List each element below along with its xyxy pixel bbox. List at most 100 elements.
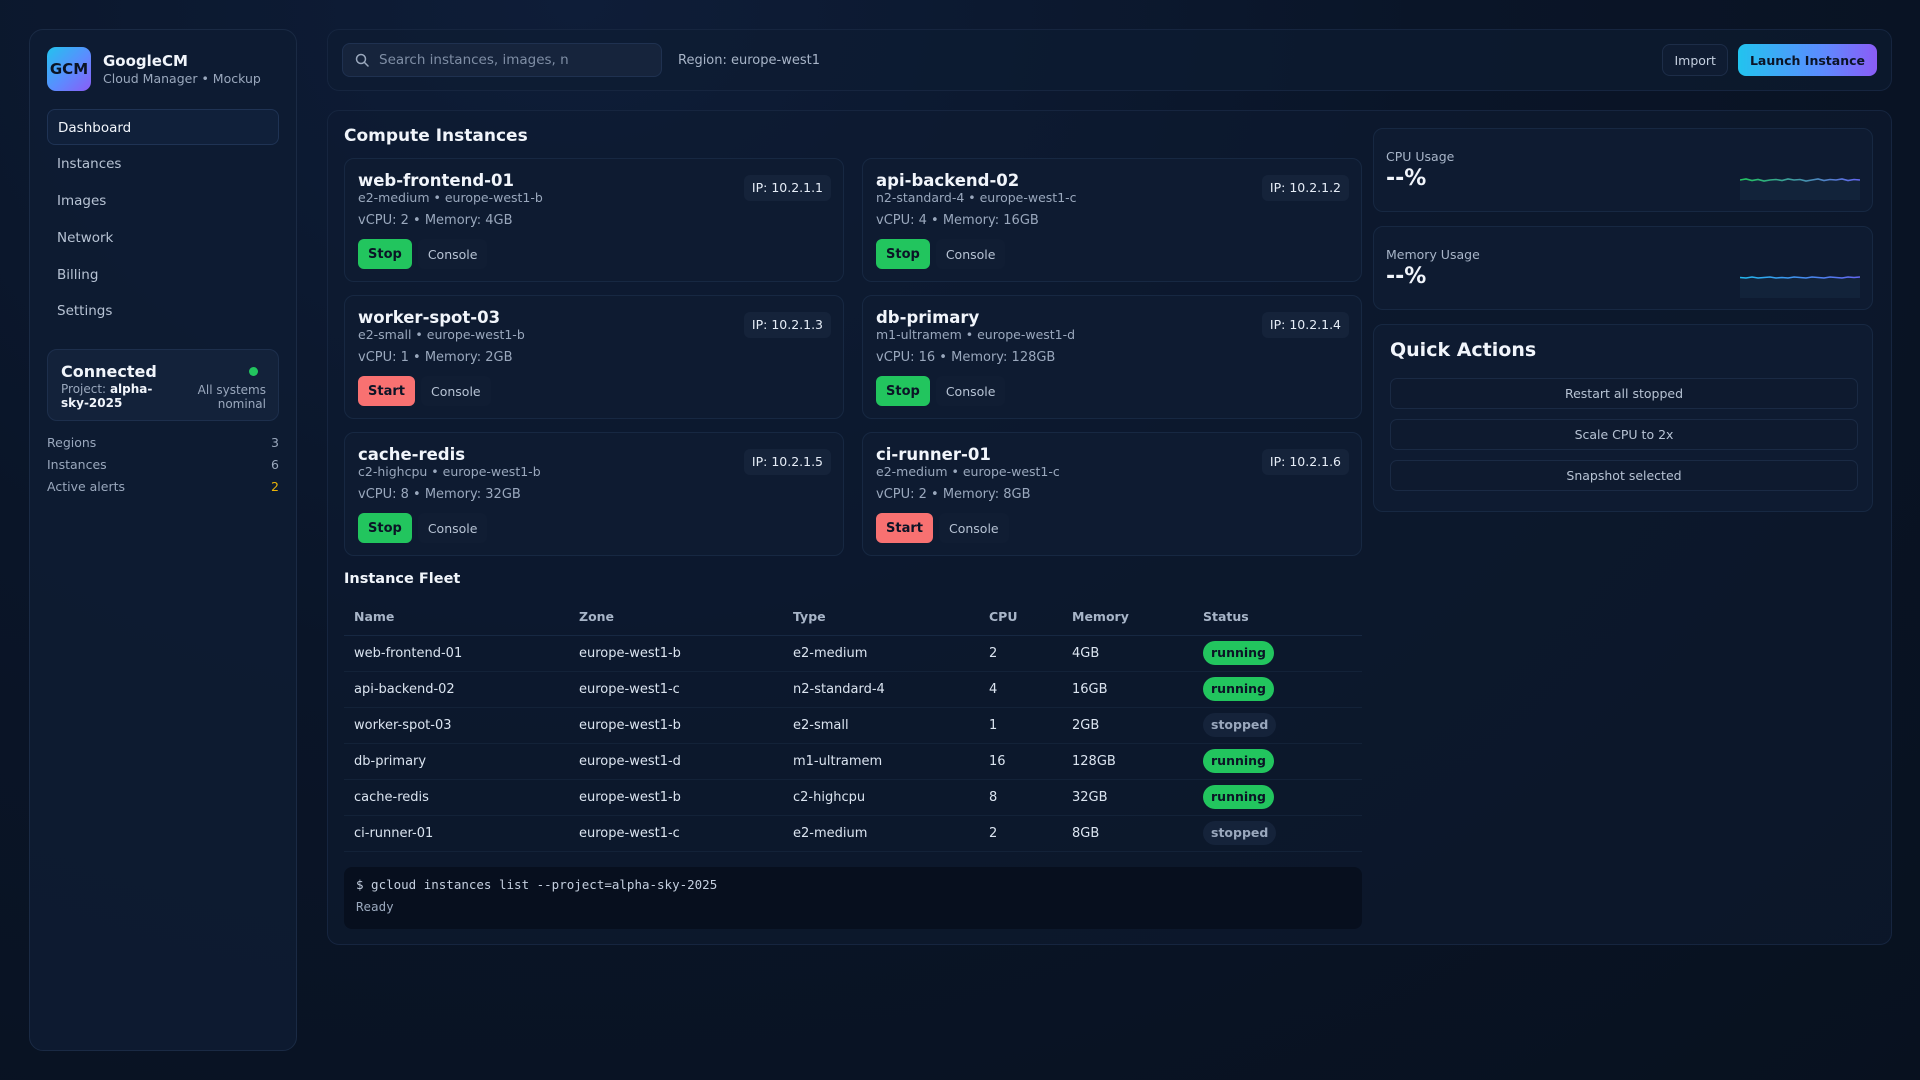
table-row[interactable]: api-backend-02 europe-west1-c n2-standard-… [344, 671, 1362, 708]
cpu-usage-card: CPU Usage --% [1373, 128, 1873, 212]
cell-memory: 4GB [1062, 635, 1193, 672]
instance-specs: vCPU: 2 • Memory: 8GB [876, 487, 1031, 502]
cell-status: running [1193, 779, 1362, 816]
cell-status: running [1193, 671, 1362, 708]
cell-name: ci-runner-01 [344, 815, 569, 852]
cell-type: c2-highcpu [783, 779, 979, 816]
console-button[interactable]: Console [417, 239, 488, 269]
memory-sparkline [1740, 276, 1860, 298]
console-button[interactable]: Console [938, 513, 1009, 543]
column-header-memory[interactable]: Memory [1062, 599, 1193, 636]
instance-card: web-frontend-01 e2-medium • europe-west1-… [344, 158, 844, 282]
cell-name: db-primary [344, 743, 569, 780]
stop-button[interactable]: Stop [876, 239, 930, 269]
cell-status: stopped [1193, 707, 1362, 744]
sidebar-item-dashboard[interactable]: Dashboard [47, 109, 279, 145]
cell-memory: 128GB [1062, 743, 1193, 780]
sidebar-item-settings[interactable]: Settings [47, 293, 279, 329]
status-badge: running [1203, 785, 1274, 809]
instance-specs: vCPU: 8 • Memory: 32GB [358, 487, 521, 502]
table-row[interactable]: web-frontend-01 europe-west1-b e2-medium 2 4… [344, 635, 1362, 672]
table-row[interactable]: db-primary europe-west1-d m1-ultramem 16 128… [344, 743, 1362, 780]
column-header-cpu[interactable]: CPU [979, 599, 1062, 636]
sidebar-stats: Regions 3 Instances 6 Active alerts 2 [47, 432, 279, 498]
cell-zone: europe-west1-c [569, 815, 783, 852]
console-button[interactable]: Console [935, 239, 1006, 269]
stop-button[interactable]: Stop [876, 376, 930, 406]
cell-zone: europe-west1-b [569, 635, 783, 672]
sidebar-item-images[interactable]: Images [47, 183, 279, 219]
column-header-zone[interactable]: Zone [569, 599, 783, 636]
start-button[interactable]: Start [876, 513, 933, 543]
cell-type: m1-ultramem [783, 743, 979, 780]
status-note: All systems nominal [197, 383, 266, 412]
cell-zone: europe-west1-d [569, 743, 783, 780]
import-button[interactable]: Import [1662, 44, 1728, 76]
instance-actions: Stop Console [876, 376, 1006, 406]
instance-actions: Start Console [876, 513, 1009, 543]
cell-name: api-backend-02 [344, 671, 569, 708]
search-box[interactable] [342, 43, 662, 77]
console-button[interactable]: Console [417, 513, 488, 543]
instance-ip-badge: IP: 10.2.1.3 [743, 312, 831, 338]
terminal-command: $ gcloud instances list --project=alpha-… [356, 877, 718, 892]
cell-cpu: 1 [979, 707, 1062, 744]
instance-fleet-title: Instance Fleet [344, 571, 461, 587]
restart-all-stopped-button[interactable]: Restart all stopped [1390, 378, 1858, 409]
instance-specs: vCPU: 4 • Memory: 16GB [876, 213, 1039, 228]
table-row[interactable]: cache-redis europe-west1-b c2-highcpu 8 32GB… [344, 779, 1362, 816]
stop-button[interactable]: Stop [358, 239, 412, 269]
cell-memory: 16GB [1062, 671, 1193, 708]
cell-name: worker-spot-03 [344, 707, 569, 744]
table-header-row: Name Zone Type CPU Memory Status [344, 599, 1362, 636]
instance-actions: Stop Console [876, 239, 1006, 269]
status-badge: running [1203, 641, 1274, 665]
brand-name: GoogleCM [103, 52, 188, 70]
stop-button[interactable]: Stop [358, 513, 412, 543]
table-row[interactable]: ci-runner-01 europe-west1-c e2-medium 2 8GB s… [344, 815, 1362, 852]
stat-label: Active alerts [47, 479, 126, 495]
cell-status: running [1193, 743, 1362, 780]
cell-cpu: 2 [979, 635, 1062, 672]
instance-specs: vCPU: 16 • Memory: 128GB [876, 350, 1056, 365]
instance-actions: Stop Console [358, 513, 488, 543]
connection-status-title: Connected [61, 362, 157, 382]
status-badge: running [1203, 749, 1274, 773]
column-header-name[interactable]: Name [344, 599, 569, 636]
instance-fleet-table: Name Zone Type CPU Memory Status web-fro… [344, 599, 1362, 852]
connection-status-card: Connected Project: alpha-sky-2025 All sy… [47, 349, 279, 422]
console-button[interactable]: Console [935, 376, 1006, 406]
quick-actions-title: Quick Actions [1390, 339, 1537, 361]
stat-row: Active alerts 2 [47, 476, 279, 498]
cell-type: n2-standard-4 [783, 671, 979, 708]
instance-card: api-backend-02 n2-standard-4 • europe-wes… [862, 158, 1362, 282]
instance-specs: vCPU: 2 • Memory: 4GB [358, 213, 513, 228]
instance-actions: Start Console [358, 376, 491, 406]
top-bar: Region: europe-west1 Import Launch Insta… [327, 29, 1892, 91]
sidebar-item-instances[interactable]: Instances [47, 146, 279, 182]
instance-specs: vCPU: 1 • Memory: 2GB [358, 350, 513, 365]
memory-usage-card: Memory Usage --% [1373, 226, 1873, 310]
instance-ip-badge: IP: 10.2.1.1 [743, 175, 831, 201]
cell-zone: europe-west1-b [569, 779, 783, 816]
sidebar-item-network[interactable]: Network [47, 220, 279, 256]
sidebar-item-billing[interactable]: Billing [47, 257, 279, 293]
search-input[interactable] [379, 52, 649, 68]
stat-row: Regions 3 [47, 432, 279, 454]
launch-instance-button[interactable]: Launch Instance [1737, 44, 1877, 76]
column-header-type[interactable]: Type [783, 599, 979, 636]
stat-label: Regions [47, 435, 97, 451]
scale-cpu-button[interactable]: Scale CPU to 2x [1390, 419, 1858, 450]
column-header-status[interactable]: Status [1193, 599, 1362, 636]
compute-instances-title: Compute Instances [344, 126, 528, 146]
instance-card: db-primary m1-ultramem • europe-west1-d vC… [862, 295, 1362, 419]
cell-cpu: 16 [979, 743, 1062, 780]
table-row[interactable]: worker-spot-03 europe-west1-b e2-small 1 2GB… [344, 707, 1362, 744]
start-button[interactable]: Start [358, 376, 415, 406]
console-button[interactable]: Console [420, 376, 491, 406]
brand-logo: GCM [47, 47, 91, 91]
snapshot-selected-button[interactable]: Snapshot selected [1390, 460, 1858, 491]
status-badge: stopped [1203, 713, 1277, 737]
instance-card: worker-spot-03 e2-small • europe-west1-b v… [344, 295, 844, 419]
cell-cpu: 4 [979, 671, 1062, 708]
